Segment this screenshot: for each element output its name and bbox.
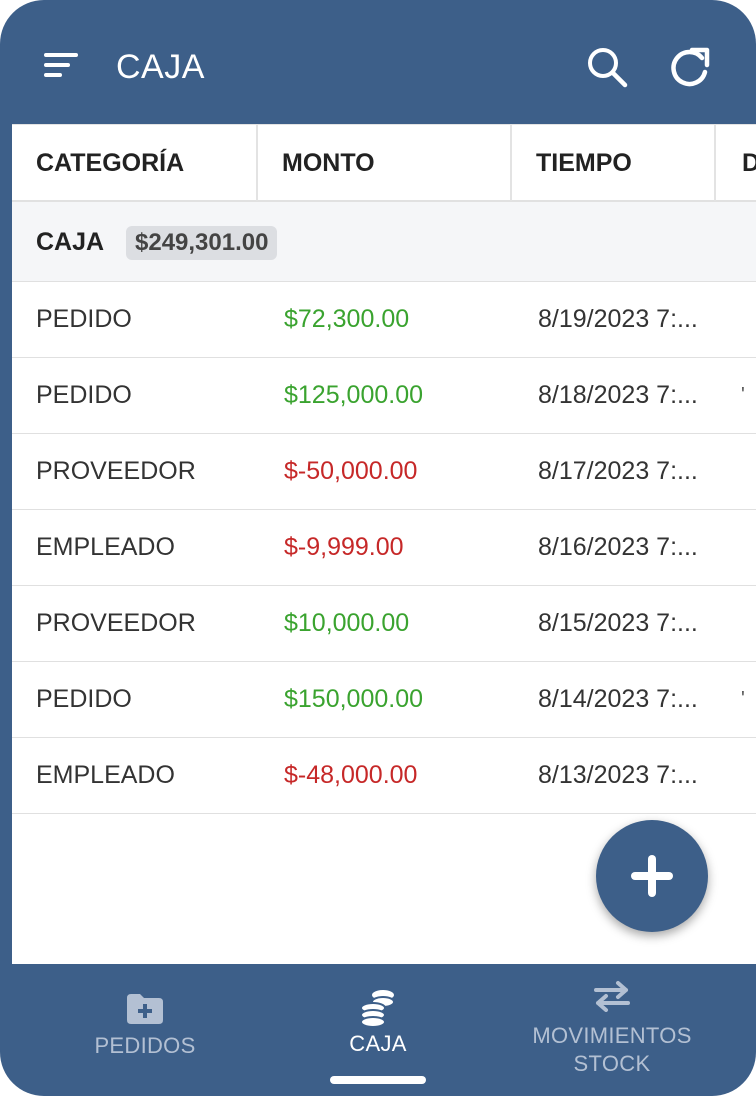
table-header: CATEGORÍA MONTO TIEMPO D: [12, 124, 756, 202]
sort-menu-icon: [44, 53, 78, 77]
plus-icon: [631, 855, 673, 897]
nav-label-pedidos: PEDIDOS: [94, 1033, 196, 1058]
group-total-badge: $249,301.00: [126, 226, 278, 260]
refresh-icon: [671, 47, 710, 87]
row-time: 8/14/2023 7:...: [538, 685, 698, 713]
swap-arrows-icon: [594, 981, 630, 1012]
search-icon: [588, 48, 628, 88]
row-category: PROVEEDOR: [36, 609, 196, 637]
column-header-truncated[interactable]: D: [716, 125, 756, 201]
search-button[interactable]: [584, 44, 630, 90]
row-time: 8/18/2023 7:...: [538, 381, 698, 409]
nav-label-stock: STOCK: [573, 1051, 651, 1076]
row-amount: $-9,999.00: [284, 533, 404, 561]
nav-tab-pedidos[interactable]: PEDIDOS: [40, 964, 250, 1096]
active-tab-indicator: [330, 1076, 426, 1084]
row-amount: $-48,000.00: [284, 761, 418, 789]
folder-plus-icon: [127, 994, 163, 1024]
row-amount: $10,000.00: [284, 609, 410, 637]
row-amount: $72,300.00: [284, 305, 410, 333]
row-amount: $125,000.00: [284, 381, 424, 409]
refresh-button[interactable]: [664, 42, 714, 92]
row-time: 8/19/2023 7:...: [538, 305, 698, 333]
row-category: EMPLEADO: [36, 533, 175, 561]
app-header: CAJA: [0, 0, 756, 124]
caja-table-panel: CATEGORÍA MONTO TIEMPO D CAJA $249,301.0…: [12, 124, 756, 964]
sort-menu-button[interactable]: [40, 48, 84, 88]
add-movement-button[interactable]: [596, 820, 708, 932]
table-row[interactable]: PEDIDO $72,300.00 8/19/2023 7:...: [12, 282, 756, 358]
group-row-caja[interactable]: CAJA $249,301.00: [12, 202, 756, 282]
row-time: 8/17/2023 7:...: [538, 457, 698, 485]
table-row[interactable]: PROVEEDOR $-50,000.00 8/17/2023 7:...: [12, 434, 756, 510]
row-amount: $-50,000.00: [284, 457, 418, 485]
group-label: CAJA: [36, 228, 105, 256]
nav-tab-movimientos-stock[interactable]: MOVIMIENTOS STOCK: [510, 964, 714, 1096]
row-amount: $150,000.00: [284, 685, 424, 713]
column-header-tiempo[interactable]: TIEMPO: [512, 125, 716, 201]
nav-label-caja: CAJA: [349, 1031, 407, 1056]
row-category: EMPLEADO: [36, 761, 175, 789]
nav-label-movimientos: MOVIMIENTOS: [532, 1023, 692, 1048]
row-truncated-value: ': [741, 384, 745, 406]
row-category: PROVEEDOR: [36, 457, 196, 485]
table-row[interactable]: EMPLEADO $-48,000.00 8/13/2023 7:...: [12, 738, 756, 814]
row-truncated-value: ': [741, 688, 745, 710]
coins-icon: [360, 990, 395, 1028]
row-time: 8/15/2023 7:...: [538, 609, 698, 637]
table-row[interactable]: PROVEEDOR $10,000.00 8/15/2023 7:...: [12, 586, 756, 662]
app-frame: CAJA CATEGORÍA MONTO TIEMPO D CAJA $249,…: [0, 0, 756, 1096]
row-category: PEDIDO: [36, 685, 132, 713]
table-row[interactable]: PEDIDO $150,000.00 8/14/2023 7:... ': [12, 662, 756, 738]
column-header-monto[interactable]: MONTO: [258, 125, 512, 201]
row-category: PEDIDO: [36, 381, 132, 409]
table-row[interactable]: EMPLEADO $-9,999.00 8/16/2023 7:...: [12, 510, 756, 586]
table-row[interactable]: PEDIDO $125,000.00 8/18/2023 7:... ': [12, 358, 756, 434]
page-title: CAJA: [116, 48, 205, 86]
table-body: PEDIDO $72,300.00 8/19/2023 7:... PEDIDO $12…: [12, 282, 756, 814]
row-category: PEDIDO: [36, 305, 132, 333]
column-header-categoria[interactable]: CATEGORÍA: [12, 125, 258, 201]
row-time: 8/16/2023 7:...: [538, 533, 698, 561]
row-time: 8/13/2023 7:...: [538, 761, 698, 789]
